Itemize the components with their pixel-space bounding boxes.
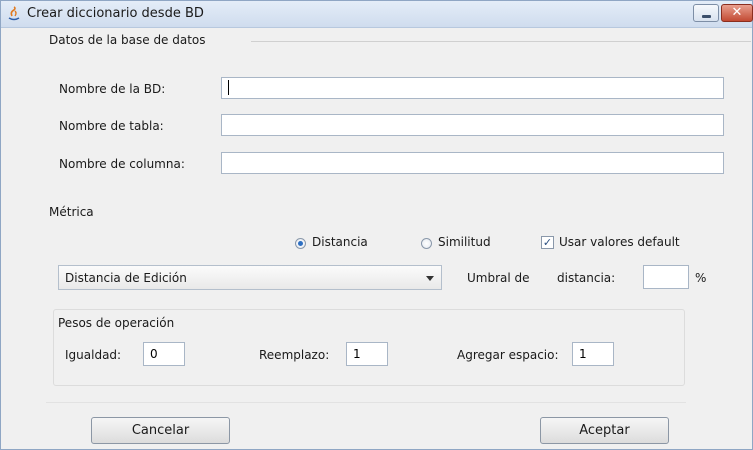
- column-name-label: Nombre de columna:: [59, 157, 185, 171]
- add-space-label: Agregar espacio:: [457, 348, 559, 362]
- weights-section-title: Pesos de operación: [58, 316, 179, 330]
- window-title: Crear diccionario desde BD: [27, 6, 204, 21]
- db-name-input[interactable]: [221, 77, 724, 99]
- similarity-radio[interactable]: [421, 238, 432, 249]
- close-button[interactable]: ✕: [721, 4, 753, 22]
- use-defaults-checkbox[interactable]: ✓: [541, 236, 554, 249]
- cancel-button[interactable]: Cancelar: [91, 417, 230, 444]
- minimize-button[interactable]: [693, 4, 719, 22]
- dropdown-arrow-icon[interactable]: [426, 276, 434, 281]
- metric-algorithm-select[interactable]: Distancia de Edición: [58, 265, 442, 290]
- threshold-input[interactable]: [643, 265, 689, 289]
- threshold-label: Umbral de: [467, 271, 530, 285]
- similarity-radio-label[interactable]: Similitud: [438, 235, 491, 249]
- add-space-input[interactable]: [572, 342, 614, 366]
- db-section-title: Datos de la base de datos: [49, 33, 206, 47]
- section-divider: [251, 41, 751, 42]
- accept-button[interactable]: Aceptar: [540, 417, 669, 444]
- checkmark-icon: ✓: [542, 236, 553, 249]
- replace-label: Reemplazo:: [259, 348, 330, 362]
- threshold-label-distance: distancia:: [557, 271, 616, 285]
- title-bar[interactable]: Crear diccionario desde BD ✕: [1, 1, 753, 28]
- footer-divider: [46, 402, 686, 403]
- distance-radio-label[interactable]: Distancia: [312, 235, 368, 249]
- percent-sign: %: [695, 271, 707, 285]
- dialog-window: Crear diccionario desde BD ✕ Datos de la…: [0, 0, 753, 450]
- replace-input[interactable]: [346, 342, 388, 366]
- db-name-label: Nombre de la BD:: [59, 82, 166, 96]
- java-app-icon: [8, 6, 20, 21]
- metric-algorithm-value: Distancia de Edición: [65, 271, 187, 285]
- distance-radio[interactable]: [295, 238, 306, 249]
- table-name-label: Nombre de tabla:: [59, 119, 164, 133]
- equality-label: Igualdad:: [65, 348, 122, 362]
- use-defaults-label[interactable]: Usar valores default: [559, 235, 680, 249]
- column-name-input[interactable]: [221, 152, 724, 174]
- text-caret: [228, 80, 229, 95]
- equality-input[interactable]: [143, 342, 185, 366]
- table-name-input[interactable]: [221, 114, 724, 136]
- close-icon: ✕: [731, 5, 743, 20]
- metric-section-title: Métrica: [49, 205, 94, 219]
